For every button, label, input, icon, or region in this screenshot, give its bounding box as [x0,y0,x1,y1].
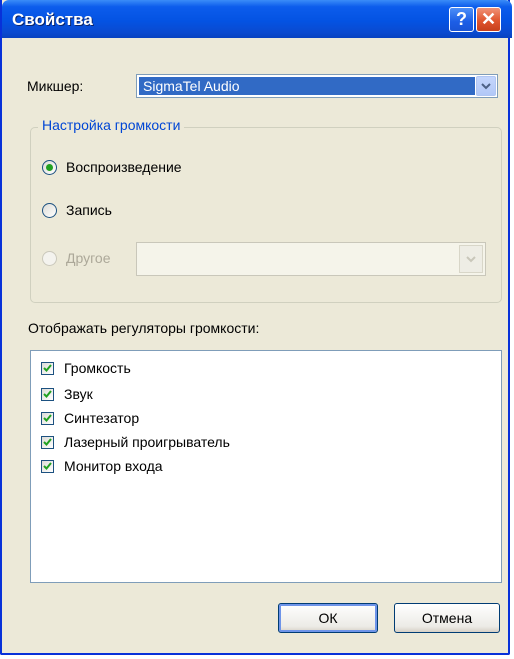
help-button[interactable]: ? [449,7,474,32]
radio-other [42,251,57,266]
ok-button-label: ОК [318,610,338,626]
volume-settings-title: Настройка громкости [38,117,185,133]
checkbox-cd-player[interactable] [41,435,54,449]
close-icon: ✕ [480,9,497,29]
list-item-label: Звук [64,386,93,402]
list-item-label: Громкость [64,360,131,376]
mixer-dropdown-button[interactable] [476,76,496,96]
close-button[interactable]: ✕ [476,7,501,32]
check-icon [43,462,52,470]
radio-record[interactable] [42,203,57,218]
mixer-label: Микшер: [27,78,84,94]
mixer-select[interactable]: SigmaTel Audio [136,74,498,98]
title-bar[interactable]: Свойства ? ✕ [2,0,512,38]
check-icon [43,438,52,446]
check-icon [43,414,52,422]
chevron-down-icon [481,82,491,89]
ok-button[interactable]: ОК [278,603,378,633]
chevron-down-icon [466,255,476,262]
check-icon [43,390,52,398]
checkbox-volume[interactable] [41,361,54,375]
radio-other-label: Другое [66,250,111,266]
controls-list[interactable]: Громкость Звук Синтезатор Лазерный проиг… [30,350,502,583]
check-icon [43,364,52,372]
list-item[interactable]: Громкость [41,359,131,377]
list-item-label: Лазерный проигрыватель [64,434,230,450]
cancel-button-label: Отмена [421,610,473,626]
checkbox-sound[interactable] [41,387,54,401]
list-item-label: Монитор входа [64,458,163,474]
radio-playback[interactable] [42,160,57,175]
list-item-label: Синтезатор [64,410,140,426]
checkbox-input-monitor[interactable] [41,459,54,473]
list-item[interactable]: Звук [41,385,93,403]
list-item[interactable]: Монитор входа [41,457,163,475]
checkbox-synth[interactable] [41,411,54,425]
properties-dialog: Свойства ? ✕ Микшер: SigmaTel Audio Наст… [0,0,512,655]
radio-playback-label[interactable]: Воспроизведение [66,159,182,175]
list-item[interactable]: Синтезатор [41,409,139,427]
other-device-select [136,242,486,276]
other-device-dropdown-button [459,245,483,273]
window-title: Свойства [12,10,93,29]
list-item[interactable]: Лазерный проигрыватель [41,433,230,451]
help-icon: ? [456,9,467,29]
mixer-select-value: SigmaTel Audio [139,77,475,95]
cancel-button[interactable]: Отмена [394,603,500,633]
controls-list-label: Отображать регуляторы громкости: [28,320,260,336]
radio-record-label[interactable]: Запись [66,202,112,218]
